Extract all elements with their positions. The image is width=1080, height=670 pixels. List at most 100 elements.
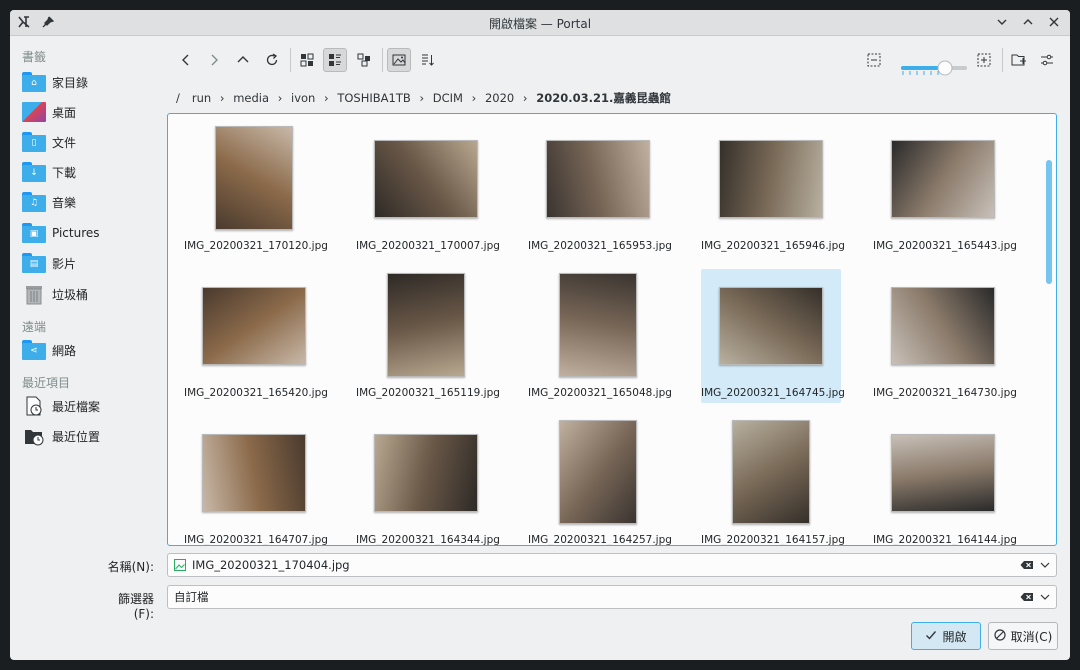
breadcrumb: / run › media › ivon › TOSHIBA1TB › DCIM… <box>170 88 677 108</box>
pictures-folder-icon: ▣ <box>22 223 46 243</box>
image-thumbnail <box>215 126 293 230</box>
clear-text-icon[interactable] <box>1020 558 1034 572</box>
breadcrumb-current[interactable]: 2020.03.21.嘉義昆蟲館 <box>530 90 677 106</box>
sidebar-item-recent-files[interactable]: 最近檔案 <box>22 392 152 420</box>
file-name: IMG_20200321_170120.jpg <box>184 240 328 252</box>
file-item[interactable]: IMG_20200321_164257.jpg <box>528 416 672 545</box>
tree-view-button[interactable] <box>352 48 376 72</box>
zoom-out-button[interactable] <box>862 48 886 72</box>
image-thumbnail <box>559 273 637 377</box>
breadcrumb-2020[interactable]: 2020 <box>479 91 520 105</box>
file-item[interactable]: IMG_20200321_165443.jpg <box>873 122 1017 256</box>
file-item[interactable]: IMG_20200321_165946.jpg <box>701 122 845 256</box>
file-name: IMG_20200321_164707.jpg <box>184 534 328 546</box>
chevron-down-icon[interactable] <box>1038 558 1052 572</box>
tree-view-icon <box>357 53 370 67</box>
grid-view-icon <box>300 53 314 67</box>
breadcrumb-media[interactable]: media <box>227 91 275 105</box>
file-item[interactable]: IMG_20200321_170007.jpg <box>356 122 500 256</box>
cancel-button[interactable]: 取消(C) <box>988 622 1058 650</box>
window-title: 開啟檔案 — Portal <box>488 17 592 31</box>
new-folder-button[interactable] <box>1007 48 1031 72</box>
file-name: IMG_20200321_164157.jpg <box>701 534 845 546</box>
icons-view-button[interactable] <box>295 48 319 72</box>
zoom-out-icon <box>867 53 881 67</box>
close-icon[interactable] <box>1046 14 1062 30</box>
back-button[interactable] <box>174 48 198 72</box>
breadcrumb-root[interactable]: / <box>170 91 186 105</box>
image-thumbnail <box>732 420 810 524</box>
options-button[interactable] <box>1035 48 1059 72</box>
image-thumbnail <box>546 140 650 218</box>
file-view[interactable]: IMG_20200321_170120.jpg IMG_20200321_1700… <box>167 113 1057 546</box>
vertical-scrollbar[interactable] <box>1046 120 1052 538</box>
settings-sliders-icon <box>1041 54 1053 66</box>
section-recent: 最近項目 <box>22 376 71 390</box>
image-thumbnail <box>202 287 306 365</box>
zoom-in-button[interactable] <box>972 48 996 72</box>
sidebar-item-music[interactable]: ♫ 音樂 <box>22 188 152 216</box>
sidebar-item-home[interactable]: ⌂ 家目錄 <box>22 68 152 96</box>
reload-icon <box>266 53 278 66</box>
file-name: IMG_20200321_165048.jpg <box>528 387 672 399</box>
chevron-right-icon: › <box>471 91 477 105</box>
chevron-down-icon[interactable] <box>1038 590 1052 604</box>
image-thumbnail <box>891 287 995 365</box>
sidebar-item-network[interactable]: ⋖ 網路 <box>22 336 152 364</box>
file-item[interactable]: IMG_20200321_164707.jpg <box>184 416 328 546</box>
breadcrumb-toshiba[interactable]: TOSHIBA1TB <box>331 91 416 105</box>
file-name: IMG_20200321_165946.jpg <box>701 240 845 252</box>
cancel-icon <box>994 628 1006 644</box>
open-button[interactable]: 開啟 <box>911 622 981 650</box>
sidebar-item-pictures[interactable]: ▣ Pictures <box>22 219 152 247</box>
file-item[interactable]: IMG_20200321_164730.jpg <box>873 269 1017 403</box>
sidebar-item-videos[interactable]: ▤ 影片 <box>22 249 152 277</box>
scrollbar-handle[interactable] <box>1046 160 1052 284</box>
image-thumbnail <box>559 420 637 524</box>
filter-value: 自訂檔 <box>174 590 209 604</box>
sidebar-item-documents[interactable]: ▯ 文件 <box>22 128 152 156</box>
network-folder-icon: ⋖ <box>22 340 46 360</box>
sort-icon <box>422 54 434 66</box>
reload-button[interactable] <box>260 48 284 72</box>
file-item[interactable]: IMG_20200321_164157.jpg <box>701 416 845 546</box>
file-item[interactable]: IMG_20200321_165420.jpg <box>184 269 328 403</box>
section-remote: 遠端 <box>22 320 47 334</box>
sidebar-item-downloads[interactable]: ↓ 下載 <box>22 158 152 186</box>
chevron-right-icon: › <box>219 91 225 105</box>
clear-text-icon[interactable] <box>1020 590 1034 604</box>
breadcrumb-run[interactable]: run <box>186 91 217 105</box>
chevron-up-icon <box>237 56 249 63</box>
image-thumbnail <box>387 273 465 377</box>
chevron-left-icon <box>182 54 189 66</box>
chevron-right-icon: › <box>277 91 283 105</box>
file-item[interactable]: IMG_20200321_165119.jpg <box>356 269 500 403</box>
detailed-view-button[interactable] <box>323 48 347 72</box>
forward-button[interactable] <box>202 48 226 72</box>
image-thumbnail <box>891 140 995 218</box>
parent-folder-button[interactable] <box>231 48 255 72</box>
filter-combo[interactable]: 自訂檔 <box>167 585 1057 609</box>
sidebar-item-desktop[interactable]: 桌面 <box>22 98 152 126</box>
sidebar-item-recent-locations[interactable]: 最近位置 <box>22 422 152 450</box>
music-folder-icon: ♫ <box>22 192 46 212</box>
sort-button[interactable] <box>416 48 440 72</box>
window-menu-chevron-icon[interactable] <box>994 14 1010 30</box>
file-name: IMG_20200321_164730.jpg <box>873 387 1017 399</box>
filename-input[interactable]: IMG_20200321_170404.jpg <box>167 553 1057 577</box>
breadcrumb-ivon[interactable]: ivon <box>285 91 321 105</box>
maximize-icon[interactable] <box>1020 14 1036 30</box>
home-folder-icon: ⌂ <box>22 72 46 92</box>
file-item[interactable]: IMG_20200321_165953.jpg <box>528 122 672 256</box>
zoom-slider[interactable] <box>900 60 970 76</box>
downloads-folder-icon: ↓ <box>22 162 46 182</box>
file-item[interactable]: IMG_20200321_164344.jpg <box>356 416 500 545</box>
breadcrumb-dcim[interactable]: DCIM <box>427 91 469 105</box>
preview-toggle-button[interactable] <box>387 48 411 72</box>
filename-value: IMG_20200321_170404.jpg <box>192 558 350 572</box>
file-item[interactable]: IMG_20200321_165048.jpg <box>528 269 672 403</box>
file-item[interactable]: IMG_20200321_164745.jpg <box>701 269 845 403</box>
sidebar-item-trash[interactable]: 垃圾桶 <box>22 280 152 308</box>
file-item[interactable]: IMG_20200321_170120.jpg <box>184 122 328 256</box>
file-item[interactable]: IMG_20200321_164144.jpg <box>873 416 1017 545</box>
